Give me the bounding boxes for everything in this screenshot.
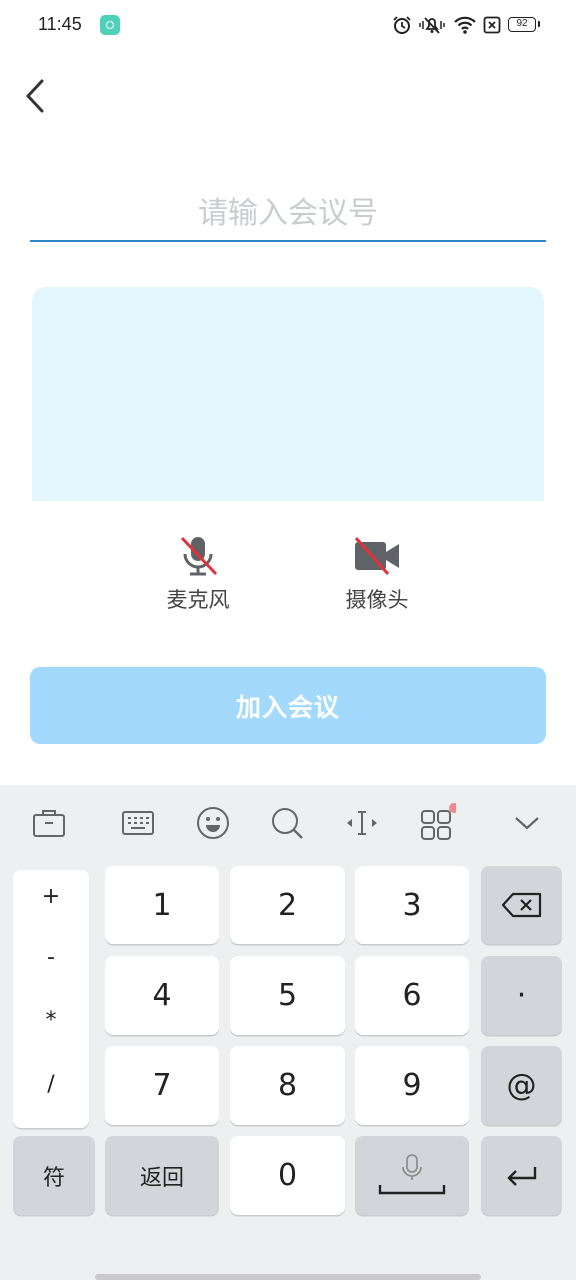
microphone-off-icon	[143, 534, 253, 578]
symbol-column: + - * /	[13, 870, 89, 1128]
symbols-key[interactable]: 符	[13, 1136, 95, 1215]
key-asterisk[interactable]: *	[13, 1008, 89, 1033]
key-8[interactable]: 8	[230, 1046, 345, 1125]
key-7[interactable]: 7	[105, 1046, 219, 1125]
enter-icon	[506, 1166, 536, 1186]
backspace-key[interactable]	[481, 866, 562, 944]
battery-icon: 92	[508, 17, 540, 32]
alarm-icon	[391, 14, 413, 36]
sim-disabled-icon	[481, 14, 503, 36]
key-dot[interactable]: ·	[481, 956, 562, 1035]
keyboard-icon[interactable]	[116, 801, 160, 845]
status-time: 11:45	[38, 14, 82, 34]
microphone-label: 麦克风	[166, 588, 230, 612]
home-indicator	[95, 1274, 481, 1280]
mic-space-icon	[378, 1153, 446, 1194]
meeting-number-input[interactable]	[30, 186, 546, 242]
enter-key[interactable]	[481, 1136, 562, 1215]
space-key[interactable]	[355, 1136, 469, 1215]
emoji-icon[interactable]	[191, 801, 235, 845]
numeric-keyboard: + - * / 1 2 3 4 5 6 7 8 9 · @ 符 返回 0	[0, 785, 576, 1280]
key-1[interactable]: 1	[105, 866, 219, 944]
key-2[interactable]: 2	[230, 866, 345, 944]
microphone-toggle[interactable]: 麦克风	[143, 534, 253, 614]
key-minus[interactable]: -	[13, 945, 89, 970]
return-key[interactable]: 返回	[105, 1136, 219, 1215]
back-button[interactable]	[20, 76, 56, 116]
key-9[interactable]: 9	[355, 1046, 469, 1125]
key-slash[interactable]: /	[13, 1072, 89, 1097]
key-4[interactable]: 4	[105, 956, 219, 1035]
key-0[interactable]: 0	[230, 1136, 345, 1215]
camera-label: 摄像头	[345, 588, 409, 612]
chevron-left-icon	[26, 79, 44, 113]
key-3[interactable]: 3	[355, 866, 469, 944]
collapse-keyboard-icon[interactable]	[505, 801, 549, 845]
camera-off-icon	[322, 534, 432, 578]
toolbox-icon[interactable]	[27, 801, 71, 845]
app-notification-icon	[100, 15, 120, 35]
video-preview	[32, 287, 544, 501]
camera-toggle[interactable]: 摄像头	[322, 534, 432, 614]
apps-icon[interactable]	[414, 801, 458, 845]
key-plus[interactable]: +	[13, 884, 89, 909]
cursor-icon[interactable]	[340, 801, 384, 845]
wifi-icon	[452, 14, 478, 36]
key-6[interactable]: 6	[355, 956, 469, 1035]
key-5[interactable]: 5	[230, 956, 345, 1035]
search-icon[interactable]	[265, 801, 309, 845]
key-at[interactable]: @	[481, 1046, 562, 1125]
join-meeting-button[interactable]: 加入会议	[30, 667, 546, 744]
backspace-icon	[501, 892, 541, 918]
vibrate-icon	[418, 14, 446, 36]
